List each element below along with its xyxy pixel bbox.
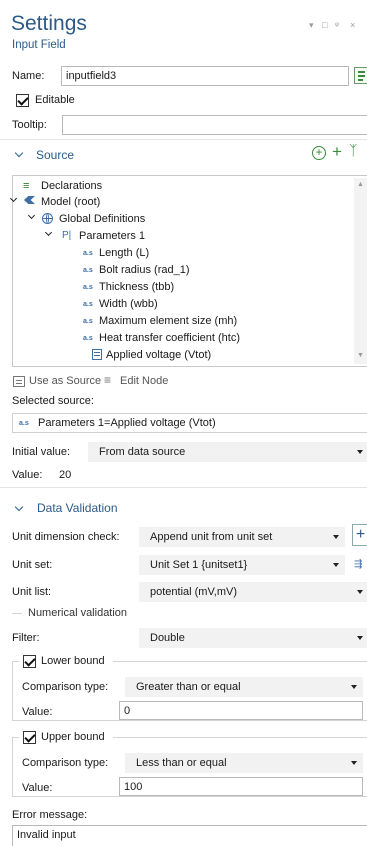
- unit-list-dropdown[interactable]: potential (mV,mV): [139, 582, 367, 602]
- settings-title: Settings: [11, 12, 87, 35]
- parameter-icon: a.s: [19, 420, 29, 427]
- tree-item-model-root[interactable]: Model (root): [41, 196, 100, 208]
- go-to-unit-set-icon[interactable]: ⇶: [354, 555, 367, 575]
- error-message-field[interactable]: Invalid input: [12, 825, 367, 846]
- editable-label: Editable: [35, 94, 75, 106]
- selected-source-label: Selected source:: [12, 395, 94, 407]
- declarations-icon: ≡: [23, 180, 30, 192]
- use-as-source-icon: [13, 376, 25, 387]
- selected-source-value: Parameters 1=Applied voltage (Vtot): [38, 417, 216, 429]
- tree-item-parameters-1[interactable]: Parameters 1: [79, 230, 145, 242]
- tree-item-param[interactable]: Heat transfer coefficient (htc): [99, 332, 240, 344]
- editable-checkbox[interactable]: [16, 94, 29, 107]
- upper-comparison-label: Comparison type:: [22, 757, 109, 769]
- scroll-down-icon[interactable]: ▼: [357, 352, 364, 359]
- tooltip-label: Tooltip:: [12, 119, 47, 131]
- filter-dropdown[interactable]: Double: [139, 628, 367, 648]
- parameter-icon: a.s: [83, 250, 93, 257]
- tree-item-param[interactable]: Maximum element size (mh): [99, 315, 237, 327]
- unit-list-label: Unit list:: [12, 586, 52, 598]
- upper-bound-checkbox[interactable]: [23, 731, 36, 744]
- scroll-up-icon[interactable]: ▲: [357, 181, 364, 188]
- chevron-down-icon[interactable]: [14, 502, 24, 512]
- parameter-icon: a.s: [83, 335, 93, 342]
- source-section-title[interactable]: Source: [36, 148, 74, 162]
- divider: [0, 139, 367, 140]
- unit-dimension-dropdown[interactable]: Append unit from unit set: [139, 527, 345, 547]
- numerical-validation-label: Numerical validation: [28, 607, 128, 619]
- node-type-subtitle: Input Field: [12, 39, 66, 51]
- edit-node-button[interactable]: Edit Node: [120, 375, 168, 387]
- chevron-down-icon: [333, 563, 339, 567]
- tree-filter-icon[interactable]: ᛉ: [349, 142, 357, 158]
- use-as-source-button[interactable]: Use as Source: [29, 375, 101, 387]
- parameter-table-icon: [92, 349, 102, 360]
- tree-scrollbar[interactable]: [354, 178, 367, 364]
- lower-bound-label: Lower bound: [41, 655, 105, 667]
- edit-node-icon: ≡: [104, 373, 112, 387]
- divider: [0, 487, 367, 488]
- lower-comparison-label: Comparison type:: [22, 681, 109, 693]
- name-label-button-icon[interactable]: [354, 67, 367, 84]
- globe-icon: [42, 213, 53, 224]
- chevron-down-icon: [333, 535, 339, 539]
- initial-value-label: Initial value:: [12, 446, 71, 458]
- unit-dimension-label: Unit dimension check:: [12, 531, 120, 543]
- maximize-icon[interactable]: □: [322, 20, 327, 30]
- parameter-icon: a.s: [83, 267, 93, 274]
- chevron-down-icon[interactable]: [14, 148, 24, 158]
- chevron-down-icon: [357, 636, 363, 640]
- upper-bound-label: Upper bound: [41, 731, 105, 743]
- unit-set-label: Unit set:: [12, 559, 53, 571]
- parameters-icon: P|: [62, 230, 72, 241]
- data-validation-section-title[interactable]: Data Validation: [37, 501, 118, 515]
- tree-item-param[interactable]: Thickness (tbb): [99, 281, 174, 293]
- tree-item-global-definitions[interactable]: Global Definitions: [59, 213, 145, 225]
- unit-set-dropdown[interactable]: Unit Set 1 {unitset1}: [139, 555, 345, 575]
- initial-value-dropdown[interactable]: From data source: [88, 442, 367, 462]
- add-circle-icon[interactable]: +: [312, 146, 326, 160]
- lower-value-label: Value:: [22, 706, 53, 718]
- name-label: Name:: [12, 70, 45, 82]
- tree-item-param-selected[interactable]: Applied voltage (Vtot): [106, 349, 211, 361]
- tree-item-declarations[interactable]: Declarations: [41, 180, 102, 192]
- name-field[interactable]: inputfield3: [61, 66, 349, 86]
- value-label: Value:: [12, 469, 43, 481]
- parameter-icon: a.s: [83, 318, 93, 325]
- chevron-down-icon: [351, 685, 357, 689]
- tree-item-param[interactable]: Length (L): [99, 247, 149, 259]
- add-unit-icon[interactable]: +: [352, 524, 367, 546]
- close-icon[interactable]: ×: [350, 20, 355, 30]
- tree-item-param[interactable]: Width (wbb): [99, 298, 158, 310]
- chevron-down-icon: [357, 590, 363, 594]
- group-border: [12, 613, 22, 614]
- value-readout: 20: [59, 469, 72, 481]
- tree-item-param[interactable]: Bolt radius (rad_1): [99, 264, 190, 276]
- parameter-icon: a.s: [83, 284, 93, 291]
- lower-bound-checkbox[interactable]: [23, 655, 36, 668]
- window-menu-icon[interactable]: ▾: [309, 20, 314, 31]
- chevron-down-icon: [351, 761, 357, 765]
- parameter-icon: a.s: [83, 301, 93, 308]
- upper-value-field[interactable]: 100: [119, 777, 363, 796]
- filter-label: Filter:: [12, 632, 40, 644]
- tooltip-field[interactable]: [62, 115, 367, 135]
- pin-icon[interactable]: ᵠ: [335, 20, 339, 30]
- add-icon[interactable]: +: [332, 142, 342, 162]
- upper-value-label: Value:: [22, 782, 53, 794]
- lower-value-field[interactable]: 0: [119, 701, 363, 720]
- error-message-label: Error message:: [12, 809, 88, 821]
- upper-comparison-dropdown[interactable]: Less than or equal: [125, 753, 363, 773]
- chevron-down-icon: [357, 450, 363, 454]
- lower-comparison-dropdown[interactable]: Greater than or equal: [125, 677, 363, 697]
